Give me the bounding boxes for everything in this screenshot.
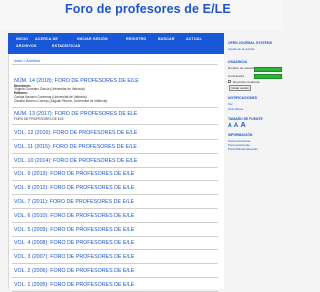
nav-acerca-de[interactable]: ACERCA DE <box>35 37 58 41</box>
volume-title[interactable]: VOL. 7 (2011): FORO DE PROFESORES DE E/L… <box>14 199 134 205</box>
volume-title[interactable]: VOL. 8 (2012): FORO DE PROFESORES DE E/L… <box>14 185 134 191</box>
volume-title[interactable]: VOL. 9 (2013): FORO DE PROFESORES DE E/L… <box>14 171 134 177</box>
divider <box>12 249 218 251</box>
font-size-heading: TAMAÑO DE FUENTE <box>228 117 263 121</box>
divider <box>12 124 218 125</box>
nav-estadisticas[interactable]: ESTADÍSTICAS <box>52 44 81 48</box>
nav-archivos[interactable]: ARCHIVOS <box>16 44 37 48</box>
notifications-subscribe-link[interactable]: Suscribirse <box>228 107 243 111</box>
volume-title[interactable]: VOL. 11 (2015): FORO DE PROFESORES DE E/… <box>14 144 137 150</box>
nav-buscar[interactable]: BUSCAR <box>158 37 175 41</box>
journal-help-link[interactable]: Ayuda de la revista <box>228 47 254 51</box>
font-size-controls: A A A <box>228 122 246 129</box>
username-field[interactable] <box>254 67 282 72</box>
notifications-heading: NOTIFICACIONES <box>228 96 258 100</box>
nav-registro[interactable]: REGISTRO <box>126 37 146 41</box>
volume-title[interactable]: VOL. 6 (2010): FORO DE PROFESORES DE E/L… <box>14 213 134 219</box>
divider <box>12 263 218 265</box>
font-small-icon[interactable]: A <box>228 123 232 129</box>
notifications-view-link[interactable]: Ver <box>228 102 233 106</box>
divider <box>12 64 218 65</box>
breadcrumb[interactable]: Inicio > Archivos <box>14 59 40 63</box>
volume-title[interactable]: VOL. 3 (2007): FORO DE PROFESORES DE E/L… <box>14 254 134 260</box>
divider <box>12 107 218 108</box>
font-medium-icon[interactable]: A <box>234 123 239 129</box>
font-large-icon[interactable]: A <box>241 122 247 129</box>
info-heading: INFORMACIÓN <box>228 133 253 137</box>
site-title[interactable]: Foro de profesores de E/LE <box>65 2 231 16</box>
issue-description: FORO DE PROFESORES DE ELE <box>14 117 64 121</box>
login-button[interactable]: Iniciar sesión <box>229 85 252 91</box>
main-nav: INICIO ACERCA DE INICIAR SESIÓN REGISTRO… <box>8 33 224 54</box>
nav-iniciar-sesion[interactable]: INICIAR SESIÓN <box>77 37 108 41</box>
volume-title[interactable]: VOL. 10 (2014): FORO DE PROFESORES DE E/… <box>14 158 137 164</box>
divider <box>12 277 218 278</box>
user-heading: USUARIO/A <box>228 60 248 64</box>
password-label: Contraseña <box>228 74 244 78</box>
divider <box>12 221 218 223</box>
username-label: Nombre de usuario/a <box>228 66 257 70</box>
issue-meta: Directores: Virginia González García (Un… <box>14 84 108 104</box>
issue-title[interactable]: NÚM. 14 (2018): FORO DE PROFESORES DE E/… <box>14 78 139 84</box>
remember-label: Recordar usuario/a <box>233 80 260 84</box>
volume-title[interactable]: VOL. 5 (2009): FORO DE PROFESORES DE E/L… <box>14 227 134 233</box>
editor-name: Claudia Moreno Cornejo (Zaguán Rincón, U… <box>14 98 108 103</box>
divider <box>12 235 218 237</box>
volume-title[interactable]: VOL. 1 (2005): FORO DE PROFESORES DE E/L… <box>14 282 134 288</box>
volume-title[interactable]: VOL. 2 (2006): FORO DE PROFESORES DE E/L… <box>14 268 134 274</box>
divider <box>12 208 218 209</box>
divider <box>12 180 218 182</box>
divider <box>12 152 218 154</box>
ojs-label: OPEN JOURNAL SYSTEMS <box>228 41 273 45</box>
divider <box>12 166 218 168</box>
volume-title[interactable]: VOL. 12 (2016): FORO DE PROFESORES DE E/… <box>14 130 137 136</box>
nav-actual[interactable]: ACTUAL <box>186 37 202 41</box>
site-header: Foro de profesores de E/LE <box>0 0 283 30</box>
nav-inicio[interactable]: INICIO <box>16 37 28 41</box>
info-librarians-link[interactable]: Para bibliotecarios/as <box>228 147 258 151</box>
divider <box>12 194 218 196</box>
divider <box>12 139 218 140</box>
volume-title[interactable]: VOL. 4 (2008): FORO DE PROFESORES DE E/L… <box>14 240 134 246</box>
remember-checkbox[interactable] <box>228 80 231 83</box>
password-field[interactable] <box>254 74 282 79</box>
issue-meta: FORO DE PROFESORES DE ELE <box>14 117 64 122</box>
